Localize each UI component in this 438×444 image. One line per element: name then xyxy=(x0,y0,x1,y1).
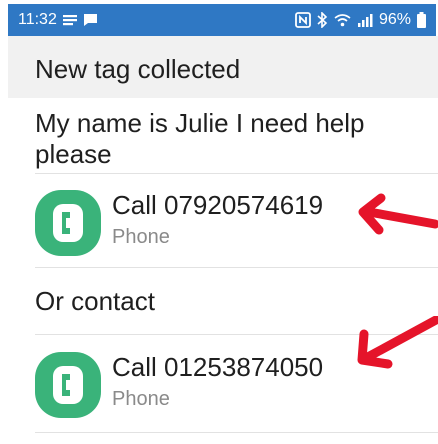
app-header: New tag collected xyxy=(8,36,438,98)
call-number-label: Call 01253874050 xyxy=(112,352,324,382)
page-title: New tag collected xyxy=(35,54,241,84)
notification-lines-icon xyxy=(62,14,77,26)
nfc-icon xyxy=(295,12,311,28)
call-type-label: Phone xyxy=(112,226,170,248)
status-right: 96% xyxy=(295,11,426,29)
status-left: 11:32 xyxy=(18,11,98,29)
divider xyxy=(35,267,438,268)
section-label: Or contact xyxy=(35,286,155,316)
red-arrow-icon xyxy=(357,316,438,369)
divider xyxy=(35,173,438,174)
status-time: 11:32 xyxy=(18,11,57,28)
divider xyxy=(35,432,438,433)
call-type-label: Phone xyxy=(112,388,170,410)
tag-content: My name is Julie I need help please Call… xyxy=(8,98,438,444)
battery-icon xyxy=(417,12,426,28)
message-bubble-icon xyxy=(83,13,98,27)
wifi-icon xyxy=(334,13,351,27)
tag-message: My name is Julie I need help please xyxy=(35,108,365,169)
bluetooth-icon xyxy=(317,12,328,28)
battery-percent: 96% xyxy=(378,11,411,28)
status-bar: 11:32 96% xyxy=(8,4,436,36)
signal-icon xyxy=(357,13,373,27)
call-number-label: Call 07920574619 xyxy=(112,190,324,220)
phone-app-icon xyxy=(35,352,101,418)
red-arrow-icon xyxy=(358,193,438,235)
phone-app-icon xyxy=(35,190,101,256)
